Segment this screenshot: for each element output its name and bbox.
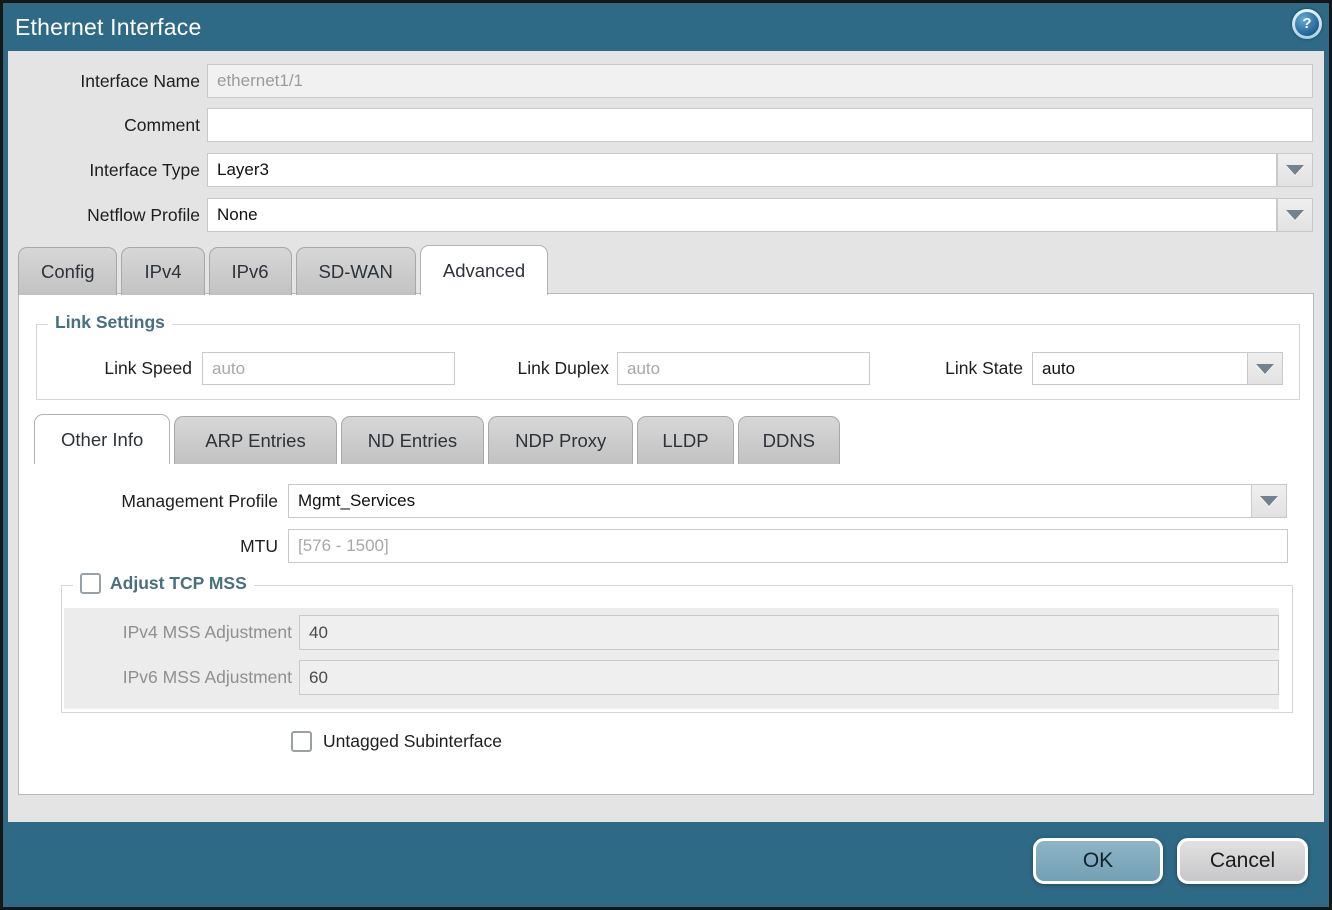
ipv4-mss-label: IPv4 MSS Adjustment (102, 615, 292, 650)
dialog-footer: OK Cancel (3, 822, 1329, 907)
link-state-field[interactable] (1032, 352, 1248, 385)
help-icon: ? (1295, 12, 1319, 36)
ipv4-mss-field (299, 615, 1279, 650)
untagged-subinterface-checkbox[interactable] (291, 731, 312, 752)
tab-nd-entries[interactable]: ND Entries (341, 416, 484, 464)
help-button[interactable]: ? (1292, 9, 1322, 39)
mtu-label: MTU (19, 529, 278, 563)
dialog-title: Ethernet Interface (15, 14, 201, 41)
interface-name-field (207, 64, 1313, 98)
dialog-body: Interface Name Comment Interface Type Ne… (8, 51, 1324, 822)
management-profile-field[interactable] (288, 484, 1252, 518)
ipv6-mss-label: IPv6 MSS Adjustment (102, 660, 292, 695)
ok-button[interactable]: OK (1033, 838, 1163, 884)
tab-lldp[interactable]: LLDP (637, 416, 733, 464)
interface-type-field[interactable] (207, 153, 1277, 187)
chevron-down-icon (1256, 364, 1274, 374)
adjust-tcp-mss-checkbox[interactable] (80, 573, 101, 594)
untagged-subinterface-row: Untagged Subinterface (291, 731, 502, 752)
interface-type-label: Interface Type (8, 153, 200, 187)
tab-ipv4[interactable]: IPv4 (121, 247, 204, 295)
management-profile-label: Management Profile (19, 484, 278, 518)
link-speed-label: Link Speed (37, 352, 192, 385)
link-duplex-field[interactable] (617, 352, 870, 385)
main-tab-bar: Config IPv4 IPv6 SD-WAN Advanced (18, 245, 548, 295)
tab-sd-wan[interactable]: SD-WAN (296, 247, 416, 295)
chevron-down-icon (1260, 496, 1278, 506)
link-state-dropdown-button[interactable] (1247, 352, 1283, 385)
tab-ipv6[interactable]: IPv6 (209, 247, 292, 295)
tab-config[interactable]: Config (18, 247, 117, 295)
interface-name-label: Interface Name (8, 64, 200, 98)
adjust-tcp-mss-legend-wrap: Adjust TCP MSS (73, 573, 254, 594)
interface-type-dropdown-button[interactable] (1277, 153, 1313, 187)
link-settings-group: Link Settings Link Speed Link Duplex Lin… (36, 324, 1300, 400)
cancel-button[interactable]: Cancel (1177, 838, 1308, 884)
mtu-field[interactable] (288, 529, 1288, 563)
management-profile-dropdown-button[interactable] (1251, 484, 1287, 518)
link-settings-legend: Link Settings (48, 312, 172, 333)
comment-label: Comment (8, 108, 200, 142)
chevron-down-icon (1286, 165, 1304, 175)
ethernet-interface-dialog: Ethernet Interface ? Interface Name Comm… (0, 0, 1332, 910)
chevron-down-icon (1286, 210, 1304, 220)
link-speed-field[interactable] (202, 352, 455, 385)
comment-field[interactable] (207, 108, 1313, 142)
netflow-profile-field[interactable] (207, 198, 1277, 232)
inner-tab-bar: Other Info ARP Entries ND Entries NDP Pr… (34, 414, 840, 464)
untagged-subinterface-label: Untagged Subinterface (323, 731, 502, 752)
netflow-profile-label: Netflow Profile (8, 198, 200, 232)
link-duplex-label: Link Duplex (477, 352, 609, 385)
ipv6-mss-field (299, 660, 1279, 695)
link-state-label: Link State (887, 352, 1023, 385)
tab-advanced[interactable]: Advanced (420, 245, 548, 295)
title-bar: Ethernet Interface (3, 3, 1329, 51)
netflow-profile-dropdown-button[interactable] (1277, 198, 1313, 232)
tab-arp-entries[interactable]: ARP Entries (174, 416, 336, 464)
advanced-tab-panel: Link Settings Link Speed Link Duplex Lin… (18, 293, 1314, 795)
adjust-tcp-mss-legend: Adjust TCP MSS (110, 573, 247, 594)
tab-ddns[interactable]: DDNS (738, 416, 840, 464)
tab-ndp-proxy[interactable]: NDP Proxy (488, 416, 633, 464)
tab-other-info[interactable]: Other Info (34, 414, 170, 464)
adjust-tcp-mss-group: Adjust TCP MSS IPv4 MSS Adjustment IPv6 … (61, 585, 1293, 713)
